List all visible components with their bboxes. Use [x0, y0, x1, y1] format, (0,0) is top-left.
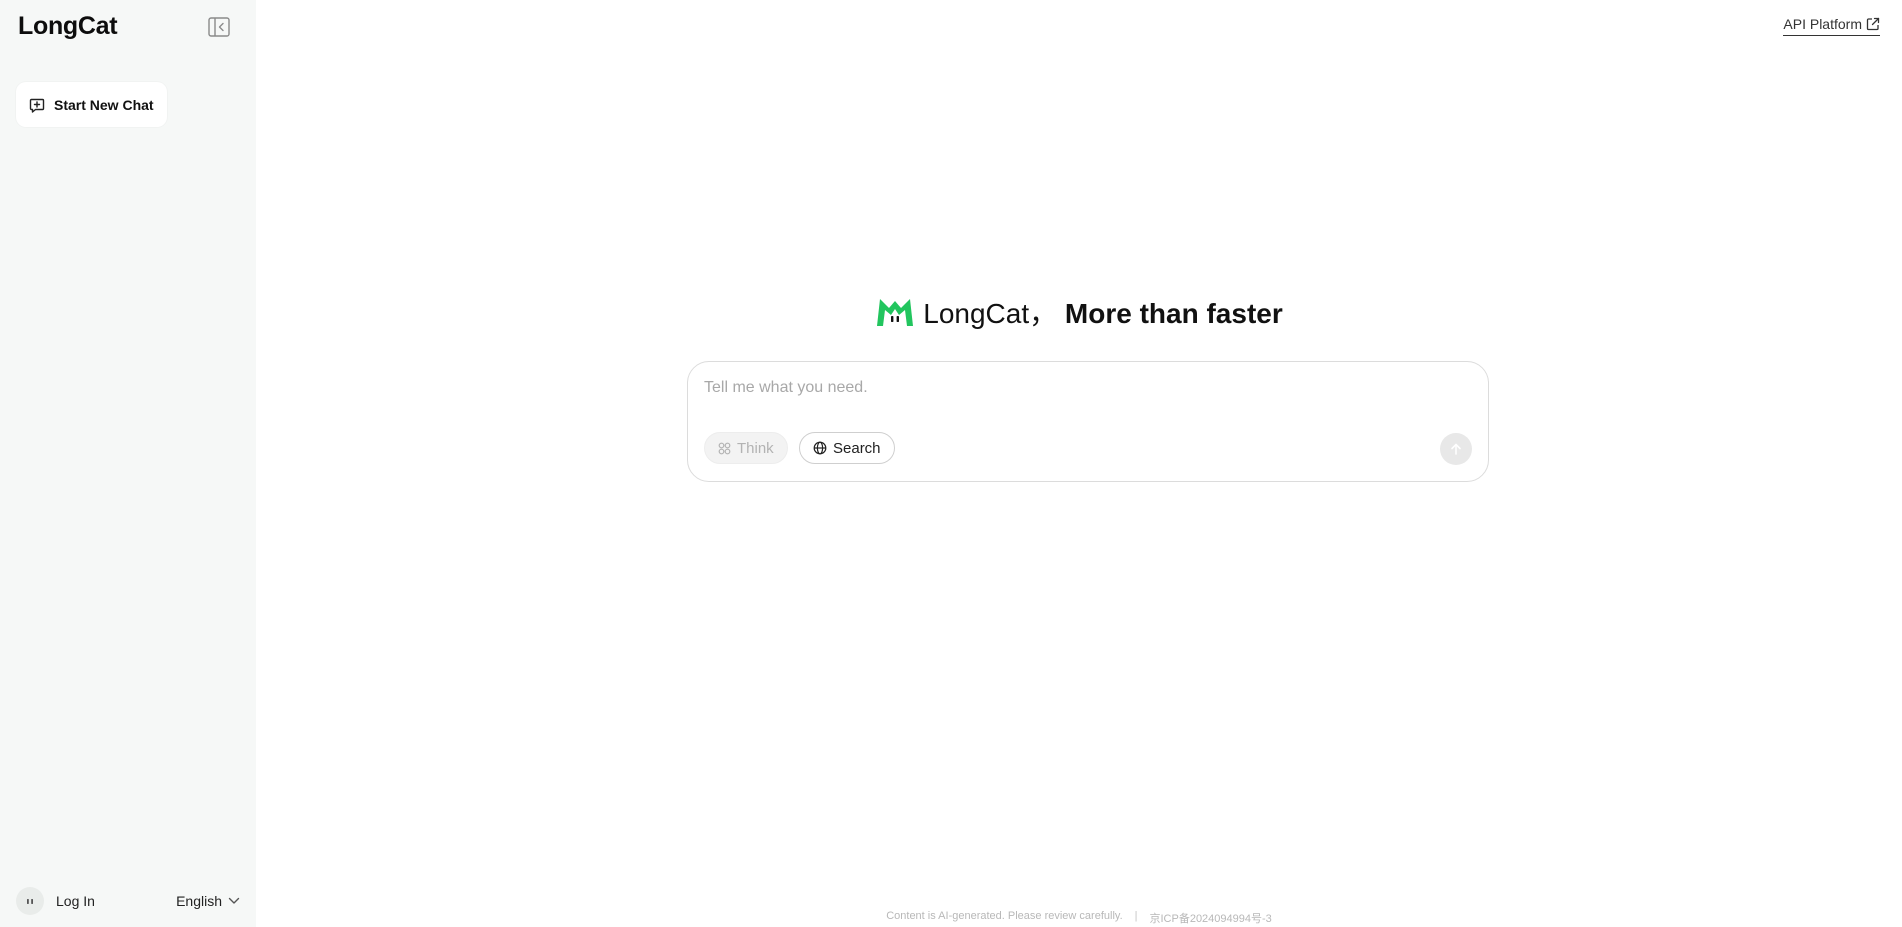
main-area: API Platform LongCat， More than faster T… [256, 0, 1902, 927]
hero-separator: ， [1029, 298, 1058, 329]
think-toggle[interactable]: Think [704, 432, 788, 464]
footer-disclaimer: Content is AI-generated. Please review c… [886, 910, 1123, 922]
login-label: Log In [56, 893, 95, 909]
api-platform-label: API Platform [1783, 16, 1862, 32]
globe-icon [813, 441, 827, 455]
sidebar-brand: LongCat [18, 12, 118, 40]
sidebar-footer: Log In English [16, 886, 240, 916]
search-label: Search [833, 439, 881, 457]
login-button[interactable]: Log In [16, 887, 95, 915]
start-new-chat-label: Start New Chat [54, 96, 154, 113]
hero-brand-word: LongCat [923, 298, 1030, 329]
external-link-icon [1866, 17, 1880, 31]
footer-separator: | [1134, 910, 1138, 922]
footer-icp-link[interactable]: 京ICP备2024094994号-3 [1149, 910, 1271, 926]
new-chat-icon [29, 98, 45, 113]
think-label: Think [737, 439, 774, 457]
chat-input[interactable] [704, 376, 1424, 400]
longcat-logo-icon [877, 299, 914, 326]
start-new-chat-button[interactable]: Start New Chat [16, 82, 167, 127]
think-icon [718, 442, 731, 454]
hero-heading: LongCat， More than faster [256, 292, 1902, 332]
app-root: LongCat Start New Chat Log In English AP… [0, 0, 1902, 927]
search-toggle[interactable]: Search [799, 432, 895, 464]
api-platform-link[interactable]: API Platform [1783, 16, 1880, 36]
chat-composer: Think Search [687, 361, 1489, 482]
sidebar-collapse-icon [208, 17, 230, 37]
cat-avatar-icon [27, 899, 33, 904]
chevron-down-icon [228, 897, 240, 904]
footer-note: Content is AI-generated. Please review c… [256, 910, 1902, 926]
arrow-up-icon [1451, 443, 1461, 455]
avatar [16, 887, 44, 915]
language-label: English [176, 893, 222, 909]
language-selector[interactable]: English [176, 893, 240, 909]
sidebar-collapse-button[interactable] [207, 16, 231, 38]
sidebar: LongCat Start New Chat Log In English [0, 0, 256, 927]
hero-title: LongCat， More than faster [923, 292, 1283, 332]
hero-tagline: More than faster [1064, 298, 1283, 329]
send-button[interactable] [1440, 433, 1472, 465]
